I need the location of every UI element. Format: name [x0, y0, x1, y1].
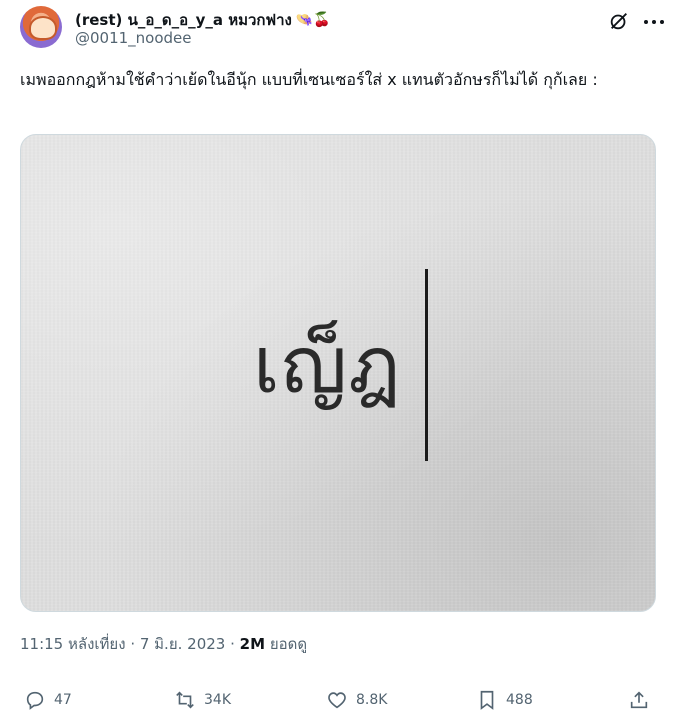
- tweet-header: (rest) น_อ_ด_อ_y_a หมวกฟาง 👒🍒 @0011_nood…: [20, 6, 664, 50]
- reply-button[interactable]: 47: [24, 686, 72, 714]
- bookmark-count: 488: [506, 692, 533, 708]
- meta-separator: ·: [130, 635, 140, 653]
- more-options-icon[interactable]: [644, 20, 664, 26]
- reply-count: 47: [54, 692, 72, 708]
- repost-count: 34K: [204, 692, 231, 708]
- views-label: ยอดดู: [269, 635, 308, 653]
- heart-icon: [328, 692, 346, 709]
- like-button[interactable]: 8.8K: [326, 686, 387, 714]
- tweet-date[interactable]: 7 มิ.ย. 2023: [140, 635, 225, 653]
- tweet-photo[interactable]: เญ็ฎ: [20, 134, 656, 612]
- repost-icon: [176, 691, 194, 709]
- author-handle[interactable]: @0011_noodee: [75, 29, 192, 47]
- reply-icon: [26, 691, 44, 710]
- tweet-text: เมพออกกฎห้ามใช้คำว่าเย้ดในอีนุ้ก แบบที่เ…: [20, 70, 598, 89]
- grok-icon[interactable]: [608, 10, 630, 32]
- share-button[interactable]: [628, 686, 650, 714]
- photo-text: เญ็ฎ: [253, 321, 402, 411]
- author-emojis: 👒🍒: [295, 12, 331, 28]
- tweet-meta: 11:15 หลังเที่ยง · 7 มิ.ย. 2023 · 2M ยอด…: [20, 632, 307, 656]
- repost-button[interactable]: 34K: [174, 686, 231, 714]
- avatar[interactable]: [20, 6, 62, 48]
- like-count: 8.8K: [356, 692, 388, 708]
- bookmark-button[interactable]: 488: [476, 686, 533, 714]
- tweet-actions: 47 34K 8.8K 488: [20, 686, 656, 714]
- share-icon: [630, 691, 648, 709]
- bookmark-icon: [480, 690, 494, 710]
- tweet-time[interactable]: 11:15 หลังเที่ยง: [20, 635, 126, 653]
- meta-separator: ·: [230, 635, 240, 653]
- text-cursor: [425, 269, 428, 461]
- views-count: 2M: [239, 635, 266, 653]
